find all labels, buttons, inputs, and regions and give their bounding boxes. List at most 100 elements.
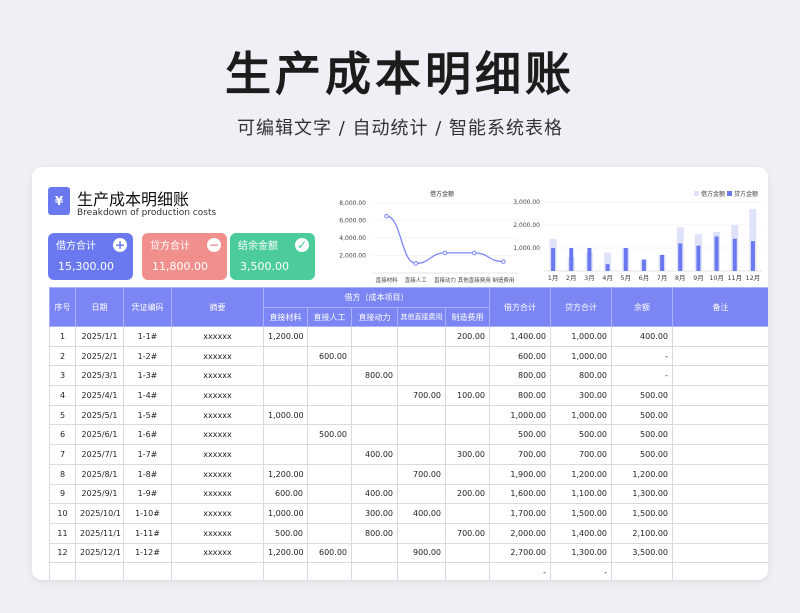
x-tick-label: 8月 bbox=[675, 274, 686, 282]
cell-labor bbox=[307, 365, 352, 387]
cell-overhead bbox=[445, 503, 490, 524]
cell-balance: 2,100.00 bbox=[611, 522, 673, 544]
cell-power bbox=[351, 404, 398, 426]
cell-labor bbox=[307, 483, 352, 505]
y-tick-label: 1,000.00 bbox=[513, 245, 540, 252]
cell-seq: 6 bbox=[49, 424, 76, 446]
cell-overhead bbox=[445, 562, 490, 580]
cell-power bbox=[351, 463, 398, 485]
cell-power bbox=[351, 562, 398, 580]
cell-seq: 1 bbox=[49, 326, 76, 347]
cell-credit-total: 1,500.00 bbox=[550, 503, 612, 524]
cell-date: 2025/5/1 bbox=[75, 404, 124, 426]
cell-other: 700.00 bbox=[397, 385, 446, 406]
cell-credit-total: 1,300.00 bbox=[550, 542, 612, 564]
cell-seq: 7 bbox=[49, 444, 76, 465]
cell-balance: 500.00 bbox=[611, 385, 673, 406]
cell-summary: xxxxxx bbox=[171, 326, 264, 347]
cell-debit-total: 500.00 bbox=[489, 424, 551, 446]
cell-voucher: 1-1# bbox=[123, 326, 172, 347]
cell-debit-total: 1,600.00 bbox=[489, 483, 551, 505]
cell-overhead: 700.00 bbox=[445, 522, 490, 544]
cell-power bbox=[351, 385, 398, 406]
cell-seq: 3 bbox=[49, 365, 76, 387]
cell-summary: xxxxxx bbox=[171, 444, 264, 465]
cell-credit-total: 300.00 bbox=[550, 385, 612, 406]
x-tick-label: 12月 bbox=[746, 274, 761, 282]
doc-title: 生产成本明细账 bbox=[77, 190, 190, 209]
cell-summary bbox=[171, 562, 264, 580]
subheader-power: 直接动力 bbox=[351, 307, 398, 327]
table-row: 5 2025/5/1 1-5# xxxxxx 1,000.00 1,000.00 1,000… bbox=[49, 404, 768, 426]
table-row: 8 2025/8/1 1-8# xxxxxx 1,200.00 700.00 1,900.0… bbox=[49, 463, 768, 485]
cell-credit-total: 1,200.00 bbox=[550, 463, 612, 485]
debit-total-card: 借方合计 + 15,300.00 bbox=[48, 233, 133, 280]
cell-balance: - bbox=[611, 365, 673, 387]
x-tick-label: 直接材料 bbox=[376, 276, 399, 284]
cell-labor: 500.00 bbox=[307, 424, 352, 446]
cell-voucher: 1-7# bbox=[123, 444, 172, 465]
cell-debit-total: 800.00 bbox=[489, 365, 551, 387]
cell-seq: 12 bbox=[49, 542, 76, 564]
cell-date: 2025/2/1 bbox=[75, 345, 124, 367]
cell-debit-total: 1,400.00 bbox=[489, 326, 551, 347]
table-row: -- bbox=[49, 562, 768, 580]
cell-overhead: 300.00 bbox=[445, 444, 490, 465]
cell-balance: 500.00 bbox=[611, 404, 673, 426]
stat-value: 3,500.00 bbox=[240, 260, 289, 273]
header-debit-group: 借方（成本项目） bbox=[263, 287, 490, 308]
cell-balance: 1,300.00 bbox=[611, 483, 673, 505]
cell-voucher: 1-10# bbox=[123, 503, 172, 524]
cell-debit-total: 1,700.00 bbox=[489, 503, 551, 524]
cell-seq: 9 bbox=[49, 483, 76, 505]
bar-credit bbox=[750, 241, 755, 271]
cell-overhead: 200.00 bbox=[445, 483, 490, 505]
cell-overhead: 100.00 bbox=[445, 385, 490, 406]
cell-seq: 5 bbox=[49, 404, 76, 426]
cell-seq: 11 bbox=[49, 522, 76, 544]
cell-voucher: 1-11# bbox=[123, 522, 172, 544]
cell-credit-total: 800.00 bbox=[550, 365, 612, 387]
x-tick-label: 9月 bbox=[693, 274, 704, 282]
cell-date: 2025/11/1 bbox=[75, 522, 124, 544]
cell-credit-total: 1,000.00 bbox=[550, 404, 612, 426]
cell-date: 2025/6/1 bbox=[75, 424, 124, 446]
cell-labor bbox=[307, 444, 352, 465]
cell-balance: 1,500.00 bbox=[611, 503, 673, 524]
table-row: 9 2025/9/1 1-9# xxxxxx 600.00 400.00 200.00 1,6… bbox=[49, 483, 768, 505]
bar-credit bbox=[551, 248, 556, 271]
cell-overhead bbox=[445, 404, 490, 426]
legend-swatch bbox=[727, 191, 732, 196]
data-point bbox=[442, 250, 448, 256]
cell-power bbox=[351, 424, 398, 446]
table-row: 7 2025/7/1 1-7# xxxxxx 400.00 300.00 700.00 700… bbox=[49, 444, 768, 465]
stat-value: 15,300.00 bbox=[58, 260, 114, 273]
cell-voucher: 1-6# bbox=[123, 424, 172, 446]
cell-balance: 1,200.00 bbox=[611, 463, 673, 485]
data-point bbox=[413, 261, 419, 266]
header-debit-total: 借方合计 bbox=[489, 287, 551, 327]
cell-date: 2025/7/1 bbox=[75, 444, 124, 465]
x-tick-label: 直接人工 bbox=[405, 276, 428, 284]
cell-power: 800.00 bbox=[351, 365, 398, 387]
cell-labor bbox=[307, 522, 352, 544]
cell-labor: 600.00 bbox=[307, 542, 352, 564]
cell-note bbox=[672, 326, 768, 347]
cell-note bbox=[672, 365, 768, 387]
cell-summary: xxxxxx bbox=[171, 404, 264, 426]
header-voucher: 凭证编码 bbox=[123, 287, 172, 327]
x-tick-label: 其他直接费用 bbox=[458, 276, 491, 284]
cell-other bbox=[397, 522, 446, 544]
cell-credit-total: 1,000.00 bbox=[550, 326, 612, 347]
cell-other bbox=[397, 424, 446, 446]
table-row: 6 2025/6/1 1-6# xxxxxx 500.00 500.00 500.00 500… bbox=[49, 424, 768, 446]
cell-seq: 4 bbox=[49, 385, 76, 406]
minus-icon: − bbox=[207, 238, 221, 252]
cell-note bbox=[672, 345, 768, 367]
cell-power bbox=[351, 326, 398, 347]
cell-other: 400.00 bbox=[397, 503, 446, 524]
cell-material: 1,000.00 bbox=[263, 404, 308, 426]
x-tick-label: 2月 bbox=[566, 274, 577, 282]
header-summary: 摘要 bbox=[171, 287, 264, 327]
cell-voucher: 1-12# bbox=[123, 542, 172, 564]
